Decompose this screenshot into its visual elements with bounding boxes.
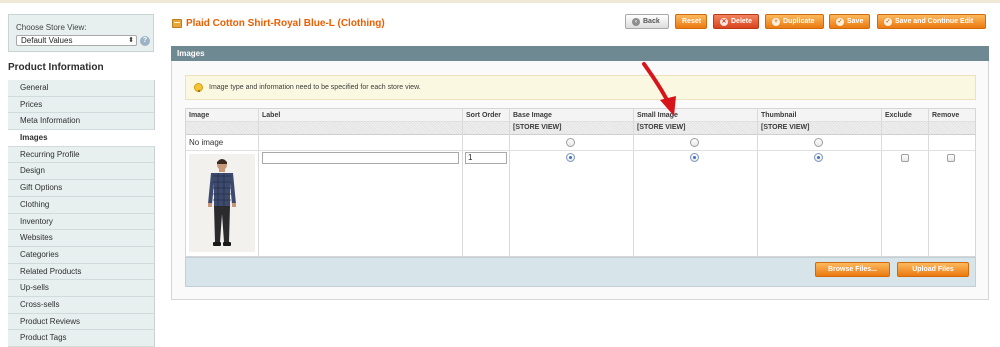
- tab-inventory[interactable]: Inventory: [8, 213, 155, 231]
- col-thumbnail: Thumbnail: [761, 112, 797, 119]
- tab-clothing[interactable]: Clothing: [8, 196, 155, 214]
- save-button[interactable]: ✓ Save: [829, 14, 870, 29]
- col-base-image: Base Image: [513, 112, 552, 119]
- product-tabs: General Prices Meta Information Images R…: [8, 80, 155, 347]
- sidebar-title-text: Product Information: [8, 62, 104, 73]
- reset-button-label: Reset: [682, 18, 702, 25]
- duplicate-button[interactable]: + Duplicate: [765, 14, 824, 29]
- col-divider: [258, 109, 259, 256]
- tab-websites[interactable]: Websites: [8, 230, 155, 247]
- exclude-checkbox[interactable]: [901, 154, 909, 162]
- small-image-radio[interactable]: [690, 153, 699, 162]
- delete-icon: ✕: [720, 17, 728, 26]
- help-icon[interactable]: ?: [140, 36, 150, 46]
- col-label: Label: [262, 112, 281, 119]
- save-button-label: Save: [847, 18, 864, 25]
- tab-related-products[interactable]: Related Products: [8, 263, 155, 281]
- col-small-image-scope: [STORE VIEW]: [637, 124, 686, 131]
- col-divider: [462, 109, 463, 256]
- store-view-label: Choose Store View:: [16, 23, 87, 32]
- tab-gift-options[interactable]: Gift Options: [8, 180, 155, 197]
- tab-up-sells[interactable]: Up-sells: [8, 280, 155, 297]
- product-thumbnail: [189, 154, 255, 252]
- images-section-header: Images: [171, 46, 989, 61]
- remove-checkbox[interactable]: [947, 154, 955, 162]
- model-photo-icon: [189, 154, 255, 252]
- tab-prices[interactable]: Prices: [8, 96, 155, 114]
- col-image: Image: [189, 112, 210, 119]
- upload-files-button[interactable]: Upload Files: [897, 262, 969, 277]
- store-view-value: Default Values: [21, 36, 73, 45]
- tab-cross-sells[interactable]: Cross-sells: [8, 296, 155, 314]
- add-icon: +: [772, 17, 780, 26]
- back-button[interactable]: ‹ Back: [625, 14, 669, 29]
- base-image-radio[interactable]: [566, 153, 575, 162]
- tab-meta-information[interactable]: Meta Information: [8, 113, 155, 131]
- col-divider: [509, 109, 510, 256]
- no-image-label: No image: [189, 138, 224, 147]
- thumbnail-radio[interactable]: [814, 153, 823, 162]
- select-arrows-icon: ⬍: [128, 37, 134, 44]
- no-image-row: No image: [186, 135, 975, 151]
- store-view-select[interactable]: Default Values ⬍: [16, 35, 137, 46]
- tab-categories[interactable]: Categories: [8, 246, 155, 264]
- top-border: [0, 0, 1000, 3]
- save-and-continue-label: Save and Continue Edit: [895, 18, 974, 25]
- no-image-base-radio[interactable]: [566, 138, 575, 147]
- col-remove: Remove: [932, 112, 960, 119]
- col-thumbnail-scope: [STORE VIEW]: [761, 124, 810, 131]
- no-image-small-radio[interactable]: [690, 138, 699, 147]
- reset-button[interactable]: Reset: [675, 14, 707, 29]
- tab-product-tags[interactable]: Product Tags: [8, 330, 155, 347]
- browse-files-button[interactable]: Browse Files...: [815, 262, 890, 277]
- notice-text: Image type and information need to be sp…: [209, 84, 421, 91]
- sidebar-title: Product Information: [8, 56, 154, 80]
- col-divider: [633, 109, 634, 256]
- back-button-label: Back: [643, 18, 660, 25]
- tab-recurring-profile[interactable]: Recurring Profile: [8, 146, 155, 164]
- tab-design[interactable]: Design: [8, 163, 155, 181]
- lightbulb-icon: [194, 83, 203, 92]
- product-box-icon: [172, 18, 182, 28]
- images-grid: Image Label Sort Order Base Image [STORE…: [185, 108, 976, 257]
- col-sort-order: Sort Order: [466, 112, 502, 119]
- tab-images[interactable]: Images: [8, 130, 155, 147]
- col-base-image-scope: [STORE VIEW]: [513, 124, 562, 131]
- annotation-arrow-icon: [642, 62, 676, 116]
- tab-general[interactable]: General: [8, 80, 155, 97]
- save-and-continue-button[interactable]: ✓ Save and Continue Edit: [877, 14, 986, 29]
- delete-button[interactable]: ✕ Delete: [713, 14, 759, 29]
- col-divider: [757, 109, 758, 256]
- check-icon: ✓: [836, 17, 844, 26]
- image-label-input[interactable]: [262, 152, 459, 164]
- notice-box: Image type and information need to be sp…: [185, 75, 976, 100]
- delete-button-label: Delete: [731, 18, 753, 25]
- col-exclude: Exclude: [885, 112, 912, 119]
- images-section-title: Images: [177, 49, 205, 58]
- duplicate-button-label: Duplicate: [783, 18, 815, 25]
- tab-product-reviews[interactable]: Product Reviews: [8, 313, 155, 331]
- store-view-switcher: Choose Store View: Default Values ⬍ ?: [8, 14, 154, 52]
- no-image-thumbnail-radio[interactable]: [814, 138, 823, 147]
- col-divider: [881, 109, 882, 256]
- col-divider: [928, 109, 929, 256]
- page-title-text: Plaid Cotton Shirt-Royal Blue-L (Clothin…: [186, 17, 385, 29]
- grid-header: Image Label Sort Order Base Image [STORE…: [186, 109, 975, 135]
- check-icon: ✓: [884, 17, 892, 26]
- page-title: Plaid Cotton Shirt-Royal Blue-L (Clothin…: [172, 16, 385, 30]
- grid-header-top: [186, 109, 975, 122]
- back-arrow-icon: ‹: [632, 17, 640, 26]
- sort-order-input[interactable]: 1: [465, 152, 507, 164]
